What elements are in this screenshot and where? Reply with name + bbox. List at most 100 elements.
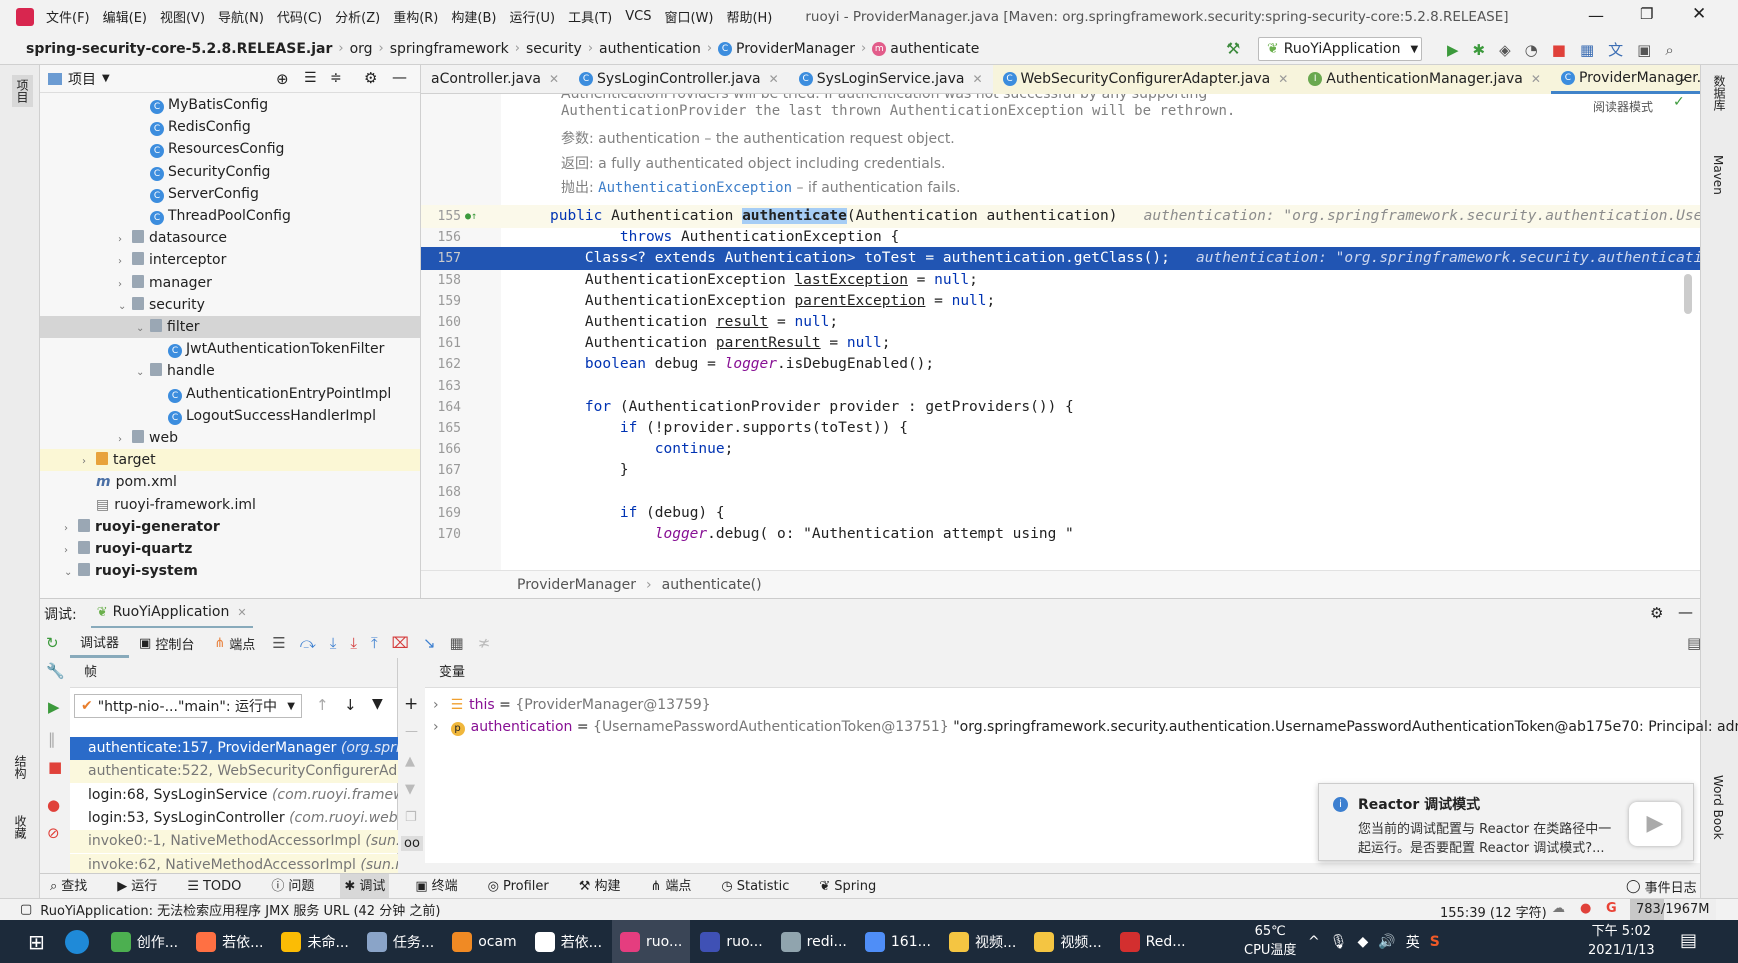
taskbar-app[interactable]: 视频... xyxy=(1026,920,1109,963)
step-into-icon[interactable]: ⤓ xyxy=(330,634,337,652)
line-number[interactable]: 157 xyxy=(425,247,461,270)
tool-window-button[interactable]: ▶ 运行 xyxy=(113,874,161,899)
tree-item[interactable]: C ResourcesConfig xyxy=(40,138,420,160)
taskbar-app[interactable]: Red... xyxy=(1112,920,1194,963)
gear-icon[interactable]: ⚙ xyxy=(1650,604,1663,622)
menu-item[interactable]: 工具(T) xyxy=(568,7,612,26)
status-toggle-icon[interactable]: ▢ xyxy=(20,902,32,917)
expand-all-icon[interactable]: ☰ xyxy=(304,70,317,86)
chevron-down-icon[interactable]: ⌄ xyxy=(118,296,132,316)
chevron-right-icon[interactable]: › xyxy=(64,518,78,538)
taskbar-app[interactable]: 任务... xyxy=(359,920,442,963)
tree-item[interactable]: › web xyxy=(40,427,420,449)
throws-link[interactable]: AuthenticationException xyxy=(598,180,792,196)
code-line[interactable]: 156 throws AuthenticationException { xyxy=(421,226,1700,249)
tool-window-button[interactable]: ⋔ 端点 xyxy=(646,874,695,899)
inspection-ok-icon[interactable]: ✓ xyxy=(1673,94,1685,110)
structure-tool-button[interactable]: 结构 xyxy=(12,755,29,779)
breadcrumb-item[interactable]: m authenticate xyxy=(872,41,979,57)
taskbar-app[interactable]: 若依... xyxy=(188,920,271,963)
inspector-icon[interactable]: ☁ xyxy=(1552,901,1565,916)
layout-icon[interactable]: ▣ xyxy=(1637,41,1651,59)
crumb-method[interactable]: authenticate() xyxy=(662,577,762,593)
chevron-right-icon[interactable]: › xyxy=(118,429,132,449)
trace-icon[interactable]: ≭ xyxy=(478,634,491,652)
taskbar-app[interactable]: 视频... xyxy=(941,920,1024,963)
code-line[interactable]: 162 boolean debug = logger.isDebugEnable… xyxy=(421,353,1700,376)
menu-item[interactable]: 帮助(H) xyxy=(726,7,772,26)
crumb-class[interactable]: ProviderManager xyxy=(517,577,636,593)
tree-item[interactable]: ⌄ security xyxy=(40,294,420,316)
resume-icon[interactable]: ▶ xyxy=(48,698,60,716)
hide-icon[interactable]: — xyxy=(392,68,407,86)
chevron-right-icon[interactable]: › xyxy=(433,719,439,735)
clock[interactable]: 下午 5:02 2021/1/13 xyxy=(1588,922,1655,960)
menu-item[interactable]: 运行(U) xyxy=(509,7,555,26)
mute-breakpoints-icon[interactable]: ⊘ xyxy=(47,824,60,842)
drop-frame-icon[interactable]: ⌧ xyxy=(392,634,409,652)
tool-window-button[interactable]: ◷ Statistic xyxy=(717,874,793,899)
tool-window-button[interactable]: ⌕ 查找 xyxy=(46,874,91,899)
chevron-down-icon[interactable]: ⌄ xyxy=(136,318,150,338)
code-line[interactable]: 168 xyxy=(421,481,1700,504)
stop-icon[interactable]: ■ xyxy=(48,758,62,776)
move-down-icon[interactable]: ▼ xyxy=(405,782,415,797)
code-line[interactable]: 158 AuthenticationException lastExceptio… xyxy=(421,269,1700,292)
start-button[interactable]: ⊞ xyxy=(28,930,45,954)
network-icon[interactable]: ◆ xyxy=(1358,934,1369,950)
project-tool-button[interactable]: 项目 xyxy=(12,75,33,107)
tree-item[interactable]: ⌄ filter xyxy=(40,316,420,338)
sogou-icon[interactable]: S xyxy=(1430,934,1440,950)
tabs-overflow-icon[interactable]: ⌄ xyxy=(1678,70,1688,84)
code-line[interactable]: 166 continue; xyxy=(421,438,1700,461)
line-number[interactable]: 155 xyxy=(425,205,461,228)
close-icon[interactable]: ✕ xyxy=(1278,72,1288,86)
debug-tab-endpoints[interactable]: ⋔ 端点 xyxy=(204,628,265,658)
tree-item[interactable]: C LogoutSuccessHandlerImpl xyxy=(40,405,420,427)
project-view-select[interactable]: 项目 xyxy=(68,69,96,89)
view-breakpoints-icon[interactable]: ● xyxy=(47,796,60,814)
tree-item[interactable]: ▤ ruoyi-framework.iml xyxy=(40,494,420,516)
code-line[interactable]: 164 for (AuthenticationProvider provider… xyxy=(421,396,1700,419)
maven-tool-button[interactable]: Maven xyxy=(1711,155,1725,195)
hide-icon[interactable]: — xyxy=(1678,603,1693,621)
tree-item[interactable]: m pom.xml xyxy=(40,471,420,493)
menu-item[interactable]: 视图(V) xyxy=(160,7,205,26)
editor-tab[interactable]: I AuthenticationManager.java ✕ xyxy=(1298,64,1551,94)
stop-icon[interactable]: ■ xyxy=(1552,41,1566,59)
taskbar-app[interactable]: 161... xyxy=(857,920,939,963)
project-structure-icon[interactable]: ▦ xyxy=(1580,41,1594,59)
debug-session-tab[interactable]: ❦ RuoYiApplication ✕ xyxy=(90,599,253,629)
status-message[interactable]: RuoYiApplication: 无法检索应用程序 JMX 服务 URL (4… xyxy=(40,900,440,919)
override-marker-icon[interactable]: ●↑ xyxy=(465,205,477,228)
memory-indicator[interactable]: 783/1967M xyxy=(1630,899,1716,920)
evaluate-icon[interactable]: ▦ xyxy=(450,634,464,652)
translate-icon[interactable]: 文 xyxy=(1608,39,1623,60)
menu-item[interactable]: 导航(N) xyxy=(218,7,264,26)
coverage-icon[interactable]: ◈ xyxy=(1499,41,1511,59)
line-number[interactable]: 170 xyxy=(425,523,461,546)
breadcrumb-item[interactable]: authentication xyxy=(599,41,701,57)
reader-mode-toggle[interactable]: 阅读器模式 xyxy=(1593,98,1653,115)
menu-item[interactable]: 编辑(E) xyxy=(103,7,147,26)
breadcrumb-item[interactable]: spring-security-core-5.2.8.RELEASE.jar xyxy=(26,41,332,57)
tree-item[interactable]: C MyBatisConfig xyxy=(40,94,420,116)
settings-icon[interactable]: 🔧 xyxy=(46,662,65,680)
volume-icon[interactable]: 🔊 xyxy=(1378,934,1395,950)
line-number[interactable]: 158 xyxy=(425,269,461,292)
code-line[interactable]: 163 xyxy=(421,375,1700,398)
taskbar-app[interactable]: ruo... xyxy=(612,920,691,963)
variable-row[interactable]: › ☰ this = {ProviderManager@13759} xyxy=(433,694,711,716)
chevron-right-icon[interactable]: › xyxy=(118,274,132,294)
force-step-into-icon[interactable]: ⤓ xyxy=(350,634,357,652)
editor-tab[interactable]: aController.java ✕ xyxy=(421,65,569,94)
line-number[interactable]: 168 xyxy=(425,481,461,504)
taskbar-app[interactable]: ocam xyxy=(444,920,524,963)
chevron-down-icon[interactable]: ▼ xyxy=(102,73,110,84)
favorites-tool-button[interactable]: 收藏 xyxy=(12,815,29,839)
code-line[interactable]: 165 if (!provider.supports(toTest)) { xyxy=(421,417,1700,440)
taskbar-app[interactable]: ruo... xyxy=(692,920,770,963)
word-book-tool-button[interactable]: Word Book xyxy=(1711,775,1725,840)
stack-frame[interactable]: login:53, SysLoginController (com.ruoyi.… xyxy=(70,807,398,830)
run-icon[interactable]: ▶ xyxy=(1447,41,1459,59)
